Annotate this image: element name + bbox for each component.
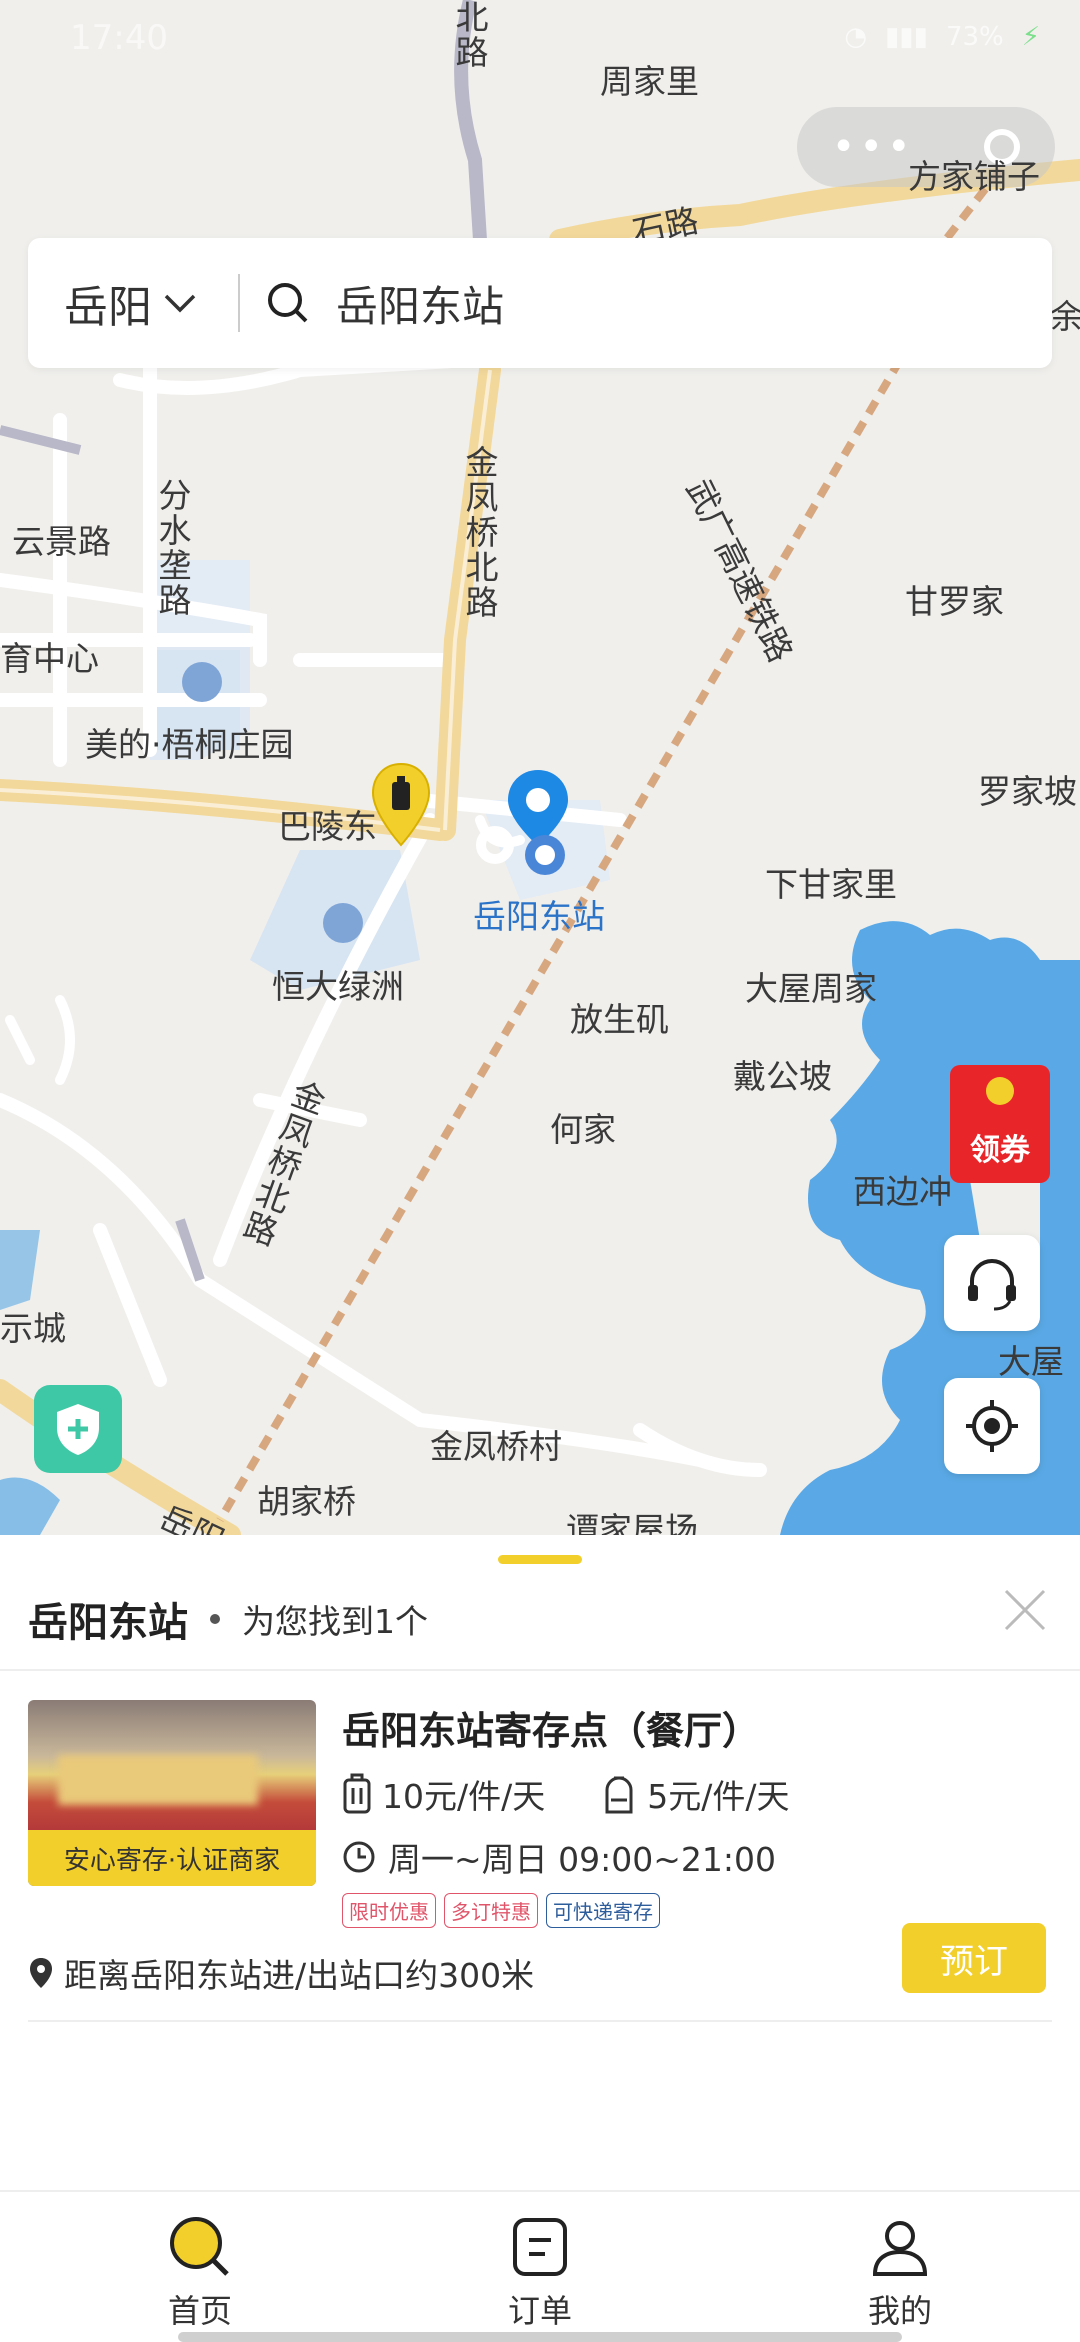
signal-icon: ▮▮▮	[885, 22, 928, 52]
map-label: 戴公坡	[733, 1057, 832, 1096]
coupon-button[interactable]: 领券	[950, 1065, 1050, 1183]
tag-limited-offer: 限时优惠	[342, 1893, 436, 1928]
clock-icon	[343, 1841, 375, 1873]
tab-label: 我的	[867, 2292, 932, 2330]
drag-handle[interactable]	[498, 1555, 582, 1564]
shield-plus-icon	[57, 1404, 99, 1455]
search-bar[interactable]: 岳阳	[28, 238, 1052, 368]
map-label: 甘罗家	[905, 582, 1004, 621]
tab-label: 首页	[167, 2292, 232, 2330]
search-icon	[170, 2217, 229, 2276]
status-time: 17:40	[70, 18, 168, 58]
close-icon[interactable]	[1000, 1585, 1050, 1635]
coupon-icon	[986, 1077, 1014, 1105]
result-count: 为您找到1个	[242, 1602, 428, 1641]
store-name[interactable]: 岳阳东站寄存点（餐厅）	[342, 1700, 760, 1755]
more-icon[interactable]: •••	[832, 124, 915, 170]
wifi-icon: ◔	[844, 22, 867, 52]
backpack-icon	[605, 1776, 633, 1814]
search-icon	[268, 283, 308, 323]
residence-icon	[323, 903, 363, 943]
luggage-price: 10元/件/天	[382, 1777, 546, 1816]
map-label: 放生矶	[570, 1000, 669, 1039]
sheet-header: 岳阳东站 为您找到1个	[28, 1590, 428, 1648]
book-button[interactable]: 预订	[902, 1923, 1046, 1993]
map-label: 西边冲	[853, 1172, 952, 1211]
map-label: 北路	[450, 0, 489, 70]
map-label: 周家里	[600, 62, 699, 101]
divider	[238, 274, 240, 332]
map-label: 恒大绿洲	[272, 967, 404, 1006]
map-label: 金凤桥村	[430, 1427, 562, 1466]
order-icon	[513, 2218, 567, 2276]
tag-list: 限时优惠 多订特惠 可快递寄存	[342, 1893, 660, 1928]
tab-profile[interactable]: 我的	[830, 2212, 970, 2332]
certified-badge: 安心寄存·认证商家	[28, 1830, 316, 1886]
bag-price: 5元/件/天	[647, 1777, 790, 1816]
status-icons: ◔ ▮▮▮ 73% ⚡	[844, 22, 1040, 52]
opening-hours: 周一~周日 09:00~21:00	[388, 1840, 776, 1879]
map-view[interactable]: 17:40 ◔ ▮▮▮ 73% ⚡ 北路 周家里 石路 余 分水垄路 云景路 金…	[0, 0, 1080, 1535]
search-input[interactable]	[334, 277, 938, 329]
city-selector[interactable]: 岳阳	[28, 271, 198, 335]
luggage-icon	[343, 1773, 371, 1814]
map-label: 余	[1050, 297, 1080, 336]
luggage-pin-icon[interactable]	[370, 762, 432, 847]
map-label: 下甘家里	[765, 865, 897, 904]
station-pin-icon[interactable]	[505, 768, 571, 888]
map-label: 罗家坡	[978, 772, 1077, 811]
tag-multi-order: 多订特惠	[444, 1893, 538, 1928]
separator-dot	[210, 1614, 220, 1624]
distance-row: 距离岳阳东站进/出站口约300米	[28, 1949, 534, 1997]
photo-content	[58, 1755, 258, 1805]
sheet-title: 岳阳东站	[28, 1600, 188, 1646]
residence-icon	[182, 662, 222, 702]
bottom-tab-bar: 首页 订单 我的	[0, 2190, 1080, 2342]
hours-row: 周一~周日 09:00~21:00	[342, 1833, 776, 1881]
safety-button[interactable]	[34, 1385, 122, 1473]
chevron-down-icon	[164, 294, 196, 313]
headset-icon	[968, 1259, 1016, 1311]
map-label: 胡家桥	[257, 1482, 356, 1521]
map-label: 谭家屋场	[566, 1510, 698, 1535]
home-indicator[interactable]	[178, 2332, 902, 2342]
map-label: 育中心	[0, 639, 99, 678]
locate-button[interactable]	[944, 1378, 1040, 1474]
divider	[28, 2020, 1052, 2022]
city-label: 岳阳	[64, 282, 152, 333]
map-label: 美的·梧桐庄园	[85, 725, 294, 764]
map-label: 大屋	[998, 1342, 1064, 1381]
tab-home[interactable]: 首页	[130, 2212, 270, 2332]
tag-express: 可快递寄存	[546, 1893, 660, 1928]
customer-service-button[interactable]	[944, 1235, 1040, 1331]
charging-icon: ⚡	[1021, 22, 1040, 52]
battery-level: 73%	[945, 22, 1004, 52]
locate-icon	[966, 1400, 1018, 1452]
map-label: 云景路	[12, 522, 111, 561]
profile-icon	[872, 2221, 928, 2276]
map-label: 方家铺子	[908, 157, 1040, 196]
tab-orders[interactable]: 订单	[470, 2212, 610, 2332]
price-row: 10元/件/天 5元/件/天	[342, 1770, 845, 1818]
map-label: 示城	[0, 1309, 66, 1348]
map-label: 分水垄路	[153, 478, 192, 618]
map-label: 巴陵东	[278, 807, 377, 846]
map-label: 金凤桥北路	[460, 445, 499, 620]
map-label-station: 岳阳东站	[473, 897, 605, 936]
location-pin-icon	[30, 1958, 52, 1988]
tab-label: 订单	[507, 2292, 572, 2330]
map-label: 何家	[550, 1110, 616, 1149]
store-photo[interactable]: 安心寄存·认证商家	[28, 1700, 316, 1886]
coupon-label: 领券	[970, 1133, 1030, 1168]
map-label: 大屋周家	[745, 969, 877, 1008]
result-sheet: 岳阳东站 为您找到1个 安心寄存·认证商家 岳阳东站寄存点（餐厅） 10元/件/…	[0, 1535, 1080, 2190]
distance-text: 距离岳阳东站进/出站口约300米	[64, 1956, 535, 1995]
divider	[0, 1669, 1080, 1671]
